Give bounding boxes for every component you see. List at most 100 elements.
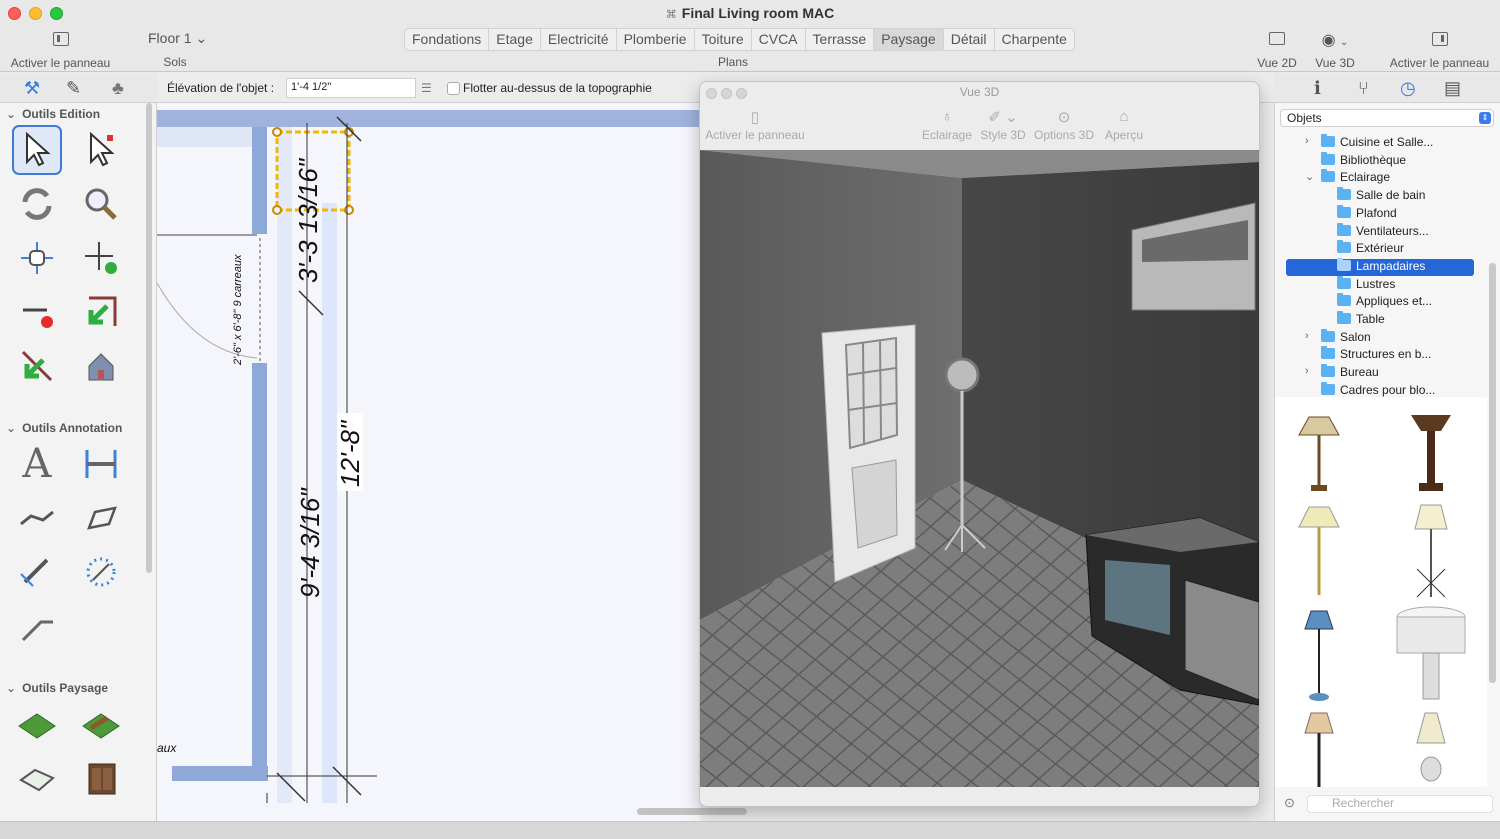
lamp-thumbnail-7[interactable] (1304, 712, 1334, 787)
plan-tab-2[interactable]: Electricité (541, 29, 617, 50)
library-category-select[interactable]: Objets ⇕ (1280, 109, 1494, 127)
dimension-tool[interactable] (76, 439, 126, 489)
tree-item-7[interactable]: Lampadaires (1286, 257, 1474, 276)
library-scrollbar[interactable] (1489, 263, 1496, 683)
palette-icon[interactable]: ✎ (66, 79, 81, 97)
chevron-down-icon[interactable]: ⌄ (1305, 170, 1314, 183)
terrain-region-tool[interactable] (12, 753, 62, 803)
floor-plan-drawing: 3'-3 13/16" 9'-4 3/16" 12'-8" 2'-6" x 6'… (157, 110, 700, 821)
selection-handle-br[interactable] (344, 205, 354, 215)
tree-item-13[interactable]: › Bureau (1305, 364, 1379, 382)
revision-cloud-tool[interactable] (76, 547, 126, 597)
style-3d-button[interactable]: ✐ ⌄ Style 3D (978, 108, 1028, 142)
left-panel-toggle[interactable]: Activer le panneau (8, 32, 113, 70)
plan-tab-9[interactable]: Charpente (995, 29, 1074, 50)
preview-button[interactable]: ⌂ Aperçu (1102, 108, 1146, 142)
sidebar-right-icon (1431, 32, 1448, 46)
section-edit-tools[interactable]: Outils Edition (6, 107, 100, 121)
view3d-panel-toggle[interactable]: ▯ Activer le panneau (705, 108, 805, 142)
plan-tab-0[interactable]: Fondations (405, 29, 490, 50)
stopwatch-icon[interactable]: ◷ (1400, 78, 1416, 99)
terrain-tool[interactable] (12, 699, 62, 749)
lamp-thumbnail-6[interactable] (1396, 606, 1466, 700)
lighting-button[interactable]: ♁ Eclairage (922, 108, 972, 142)
plan-horizontal-scrollbar[interactable] (157, 803, 747, 821)
view-3d-button[interactable]: ◉ ⌄ Vue 3D (1310, 30, 1360, 70)
info-icon[interactable]: ℹ (1314, 78, 1321, 99)
arrow-line-tool[interactable] (12, 547, 62, 597)
plan-tab-6[interactable]: Terrasse (806, 29, 875, 50)
tree-item-5[interactable]: Ventilateurs... (1337, 222, 1429, 241)
delete-point-tool[interactable] (12, 287, 62, 337)
lamp-thumbnail-4[interactable] (1414, 504, 1448, 598)
break-tool[interactable] (12, 341, 62, 391)
text-tool[interactable]: A (12, 439, 62, 489)
home-tool[interactable] (76, 341, 126, 391)
tree-item-11[interactable]: › Salon (1305, 328, 1371, 347)
tree-item-12[interactable]: Structures en b... (1321, 346, 1431, 364)
cabinet-tool[interactable] (76, 753, 126, 803)
tree-item-2[interactable]: ⌄ Eclairage (1305, 169, 1390, 187)
right-panel-toggle[interactable]: Activer le panneau (1387, 32, 1492, 70)
door-label[interactable]: 2'-6" x 6'-8" 9 carreaux (232, 254, 244, 366)
chevron-right-icon[interactable]: › (1305, 135, 1309, 147)
lamp-thumbnail-3[interactable] (1298, 506, 1340, 595)
list-icon[interactable]: ☰ (421, 81, 432, 95)
chevron-right-icon[interactable]: › (1305, 330, 1309, 342)
scroll-thumb[interactable] (637, 808, 747, 815)
select-tool[interactable] (12, 125, 62, 175)
more-options-icon[interactable]: ⊙ (1284, 795, 1295, 811)
tools-scrollbar[interactable] (146, 103, 152, 573)
tree-item-9[interactable]: Appliques et... (1337, 293, 1432, 311)
lamp-thumbnail-2[interactable] (1411, 415, 1451, 491)
chevron-right-icon[interactable]: › (1305, 365, 1309, 377)
tree-item-0[interactable]: › Cuisine et Salle... (1305, 134, 1433, 152)
floor-selector[interactable]: Floor 1 ⌄ (140, 28, 215, 50)
marker-tool[interactable] (76, 493, 126, 543)
tree-icon[interactable]: ♣ (112, 79, 124, 97)
dimension-label-top[interactable]: 3'-3 13/16" (293, 157, 323, 283)
section-landscape-tools[interactable]: Outils Paysage (6, 681, 108, 695)
lamp-thumbnail-5[interactable] (1304, 610, 1334, 701)
options-3d-button[interactable]: ⊙ Options 3D (1032, 108, 1096, 142)
tree-item-6[interactable]: Extérieur (1337, 240, 1404, 258)
pan-tool[interactable] (12, 233, 62, 283)
selection-handle-bl[interactable] (272, 205, 282, 215)
plan-tab-8[interactable]: Détail (944, 29, 995, 50)
hammer-icon[interactable]: ⚒ (24, 79, 40, 97)
tree-item-10[interactable]: Table (1337, 311, 1385, 329)
plan-canvas[interactable]: 3'-3 13/16" 9'-4 3/16" 12'-8" 2'-6" x 6'… (157, 103, 700, 821)
dimension-label-total[interactable]: 12'-8" (335, 419, 365, 487)
dimension-label-bottom[interactable]: 9'-4 3/16" (295, 487, 325, 598)
tree-item-4[interactable]: Plafond (1337, 204, 1397, 223)
tree-item-3[interactable]: Salle de bain (1337, 187, 1425, 205)
add-point-tool[interactable] (76, 233, 126, 283)
zoom-tool[interactable] (76, 179, 126, 229)
section-annotation-tools[interactable]: Outils Annotation (6, 421, 122, 435)
lamp-thumbnail-1[interactable] (1298, 416, 1340, 491)
library-search-input[interactable]: Rechercher (1307, 795, 1493, 813)
view-2d-button[interactable]: Vue 2D (1252, 32, 1302, 70)
leader-line-icon (21, 620, 53, 642)
callout-tool[interactable] (12, 493, 62, 543)
line-delete-icon (23, 308, 53, 328)
rendered-3d-scene[interactable] (700, 150, 1259, 787)
plan-tab-1[interactable]: Etage (489, 29, 541, 50)
terrain-path-tool[interactable] (76, 699, 126, 749)
plan-tab-5[interactable]: CVCA (752, 29, 806, 50)
lamp-thumbnail-8[interactable] (1416, 712, 1446, 782)
fillet-tool[interactable] (76, 287, 126, 337)
tree-item-1[interactable]: Bibliothèque (1321, 151, 1406, 170)
select-object-tool[interactable] (76, 125, 126, 175)
tree-item-8[interactable]: Lustres (1337, 275, 1395, 294)
rotate-tool[interactable] (12, 179, 62, 229)
plan-tab-4[interactable]: Toiture (695, 29, 752, 50)
elevation-input[interactable]: 1'-4 1/2" (286, 78, 416, 98)
plan-tab-3[interactable]: Plomberie (617, 29, 695, 50)
book-icon[interactable]: ▤ (1444, 78, 1461, 99)
leader-line-tool[interactable] (12, 601, 62, 651)
float-checkbox[interactable] (447, 82, 460, 95)
selection-handle-tl[interactable] (272, 127, 282, 137)
chair-icon[interactable]: ⑂ (1358, 78, 1369, 99)
plan-tab-7[interactable]: Paysage (874, 29, 944, 50)
